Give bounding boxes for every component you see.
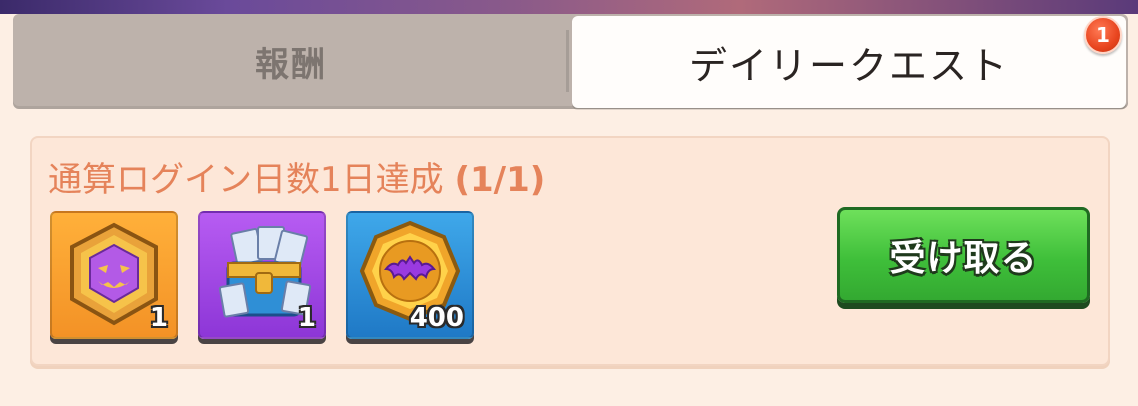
reward-item[interactable]: 1 bbox=[50, 211, 178, 339]
notification-badge: 1 bbox=[1084, 16, 1122, 54]
tab-daily-quest[interactable]: デイリークエスト bbox=[572, 16, 1126, 108]
quest-title-row: 通算ログイン日数1日達成 (1/1) bbox=[48, 152, 545, 201]
tab-rewards-label: 報酬 bbox=[255, 45, 327, 85]
quest-title: 通算ログイン日数1日達成 bbox=[48, 160, 444, 200]
tab-rewards[interactable]: 報酬 bbox=[13, 14, 569, 109]
reward-count: 1 bbox=[149, 303, 168, 333]
reward-item[interactable]: 1 bbox=[198, 211, 326, 339]
reward-count: 400 bbox=[409, 303, 464, 333]
quest-progress: (1/1) bbox=[454, 160, 546, 200]
reward-count: 1 bbox=[297, 303, 316, 333]
tab-divider bbox=[566, 30, 569, 92]
tab-daily-quest-label: デイリークエスト bbox=[688, 43, 1009, 88]
claim-button[interactable]: 受け取る bbox=[837, 207, 1090, 303]
claim-button-label: 受け取る bbox=[889, 238, 1038, 279]
reward-item[interactable]: 400 bbox=[346, 211, 474, 339]
